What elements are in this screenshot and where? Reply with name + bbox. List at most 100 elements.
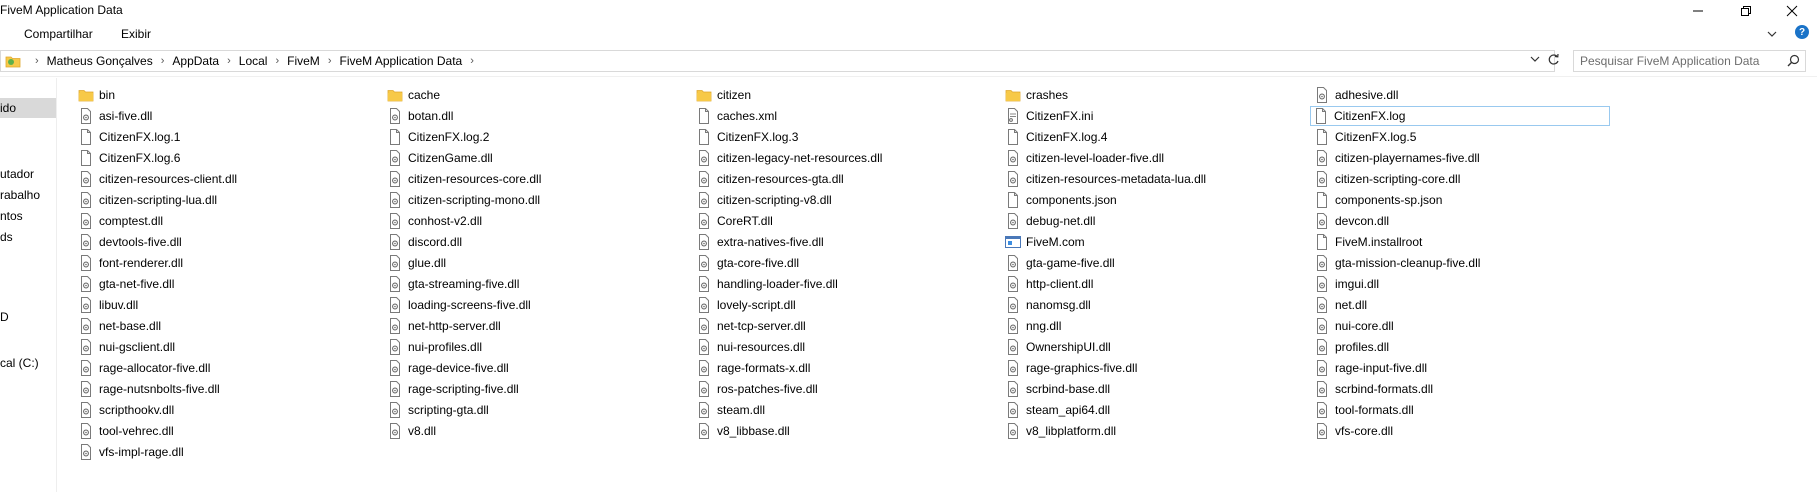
- file-item[interactable]: gta-streaming-five.dll: [385, 274, 519, 294]
- file-item[interactable]: gta-core-five.dll: [694, 253, 799, 273]
- file-item[interactable]: rage-formats-x.dll: [694, 358, 810, 378]
- file-item[interactable]: CitizenFX.log: [1310, 106, 1610, 126]
- file-item[interactable]: citizen-resources-gta.dll: [694, 169, 844, 189]
- file-item[interactable]: gta-mission-cleanup-five.dll: [1312, 253, 1480, 273]
- file-item[interactable]: scrbind-base.dll: [1003, 379, 1110, 399]
- file-item[interactable]: net-tcp-server.dll: [694, 316, 806, 336]
- file-item[interactable]: nng.dll: [1003, 316, 1061, 336]
- search-icon[interactable]: [1787, 54, 1800, 70]
- file-item[interactable]: nui-profiles.dll: [385, 337, 482, 357]
- file-item[interactable]: FiveM.com: [1003, 232, 1085, 252]
- folder-item[interactable]: cache: [385, 85, 440, 105]
- nav-item[interactable]: ntos: [0, 206, 56, 226]
- file-item[interactable]: nui-resources.dll: [694, 337, 805, 357]
- folder-item[interactable]: crashes: [1003, 85, 1068, 105]
- file-item[interactable]: rage-nutsnbolts-five.dll: [76, 379, 220, 399]
- address-bar[interactable]: › Matheus Gonçalves › AppData › Local › …: [0, 50, 1555, 72]
- file-item[interactable]: net-http-server.dll: [385, 316, 501, 336]
- file-item[interactable]: nui-gsclient.dll: [76, 337, 175, 357]
- file-item[interactable]: CitizenFX.log.1: [76, 127, 180, 147]
- file-item[interactable]: vfs-impl-rage.dll: [76, 442, 184, 462]
- file-item[interactable]: devcon.dll: [1312, 211, 1389, 231]
- file-item[interactable]: comptest.dll: [76, 211, 163, 231]
- file-item[interactable]: citizen-scripting-mono.dll: [385, 190, 540, 210]
- file-item[interactable]: scripting-gta.dll: [385, 400, 489, 420]
- file-item[interactable]: rage-input-five.dll: [1312, 358, 1427, 378]
- file-item[interactable]: CitizenFX.log.5: [1312, 127, 1416, 147]
- nav-item[interactable]: ds: [0, 227, 56, 247]
- file-item[interactable]: OwnershipUI.dll: [1003, 337, 1111, 357]
- file-item[interactable]: http-client.dll: [1003, 274, 1093, 294]
- file-item[interactable]: lovely-script.dll: [694, 295, 796, 315]
- file-item[interactable]: CoreRT.dll: [694, 211, 773, 231]
- folder-item[interactable]: bin: [76, 85, 115, 105]
- file-item[interactable]: font-renderer.dll: [76, 253, 183, 273]
- file-item[interactable]: tool-vehrec.dll: [76, 421, 174, 441]
- file-item[interactable]: citizen-resources-metadata-lua.dll: [1003, 169, 1206, 189]
- refresh-button[interactable]: [1544, 50, 1562, 68]
- file-item[interactable]: imgui.dll: [1312, 274, 1379, 294]
- file-item[interactable]: citizen-legacy-net-resources.dll: [694, 148, 882, 168]
- file-item[interactable]: tool-formats.dll: [1312, 400, 1414, 420]
- file-item[interactable]: scripthookv.dll: [76, 400, 174, 420]
- file-item[interactable]: citizen-scripting-core.dll: [1312, 169, 1460, 189]
- breadcrumb-item[interactable]: Local: [239, 54, 268, 68]
- file-item[interactable]: botan.dll: [385, 106, 453, 126]
- file-item[interactable]: gta-net-five.dll: [76, 274, 174, 294]
- file-item[interactable]: FiveM.installroot: [1312, 232, 1422, 252]
- nav-item[interactable]: utador: [0, 164, 56, 184]
- file-item[interactable]: rage-device-five.dll: [385, 358, 509, 378]
- file-item[interactable]: rage-graphics-five.dll: [1003, 358, 1137, 378]
- file-item[interactable]: vfs-core.dll: [1312, 421, 1393, 441]
- nav-item[interactable]: ido: [0, 98, 56, 118]
- folder-item[interactable]: citizen: [694, 85, 751, 105]
- file-item[interactable]: glue.dll: [385, 253, 446, 273]
- file-item[interactable]: caches.xml: [694, 106, 777, 126]
- nav-item[interactable]: rabalho: [0, 185, 56, 205]
- file-item[interactable]: v8.dll: [385, 421, 436, 441]
- breadcrumb-item[interactable]: FiveM: [287, 54, 320, 68]
- file-item[interactable]: v8_libplatform.dll: [1003, 421, 1116, 441]
- file-item[interactable]: gta-game-five.dll: [1003, 253, 1115, 273]
- file-item[interactable]: citizen-level-loader-five.dll: [1003, 148, 1164, 168]
- file-item[interactable]: devtools-five.dll: [76, 232, 182, 252]
- breadcrumb-item[interactable]: AppData: [172, 54, 219, 68]
- file-item[interactable]: CitizenFX.log.4: [1003, 127, 1107, 147]
- file-item[interactable]: citizen-playernames-five.dll: [1312, 148, 1480, 168]
- file-item[interactable]: nanomsg.dll: [1003, 295, 1091, 315]
- search-input[interactable]: [1580, 53, 1780, 69]
- minimize-button[interactable]: [1681, 0, 1715, 22]
- file-item[interactable]: steam_api64.dll: [1003, 400, 1110, 420]
- breadcrumb-item[interactable]: FiveM Application Data: [339, 54, 462, 68]
- help-icon[interactable]: ?: [1795, 25, 1809, 39]
- file-item[interactable]: adhesive.dll: [1312, 85, 1398, 105]
- file-item[interactable]: rage-allocator-five.dll: [76, 358, 210, 378]
- file-item[interactable]: steam.dll: [694, 400, 765, 420]
- restore-button[interactable]: [1729, 0, 1763, 22]
- file-item[interactable]: citizen-resources-client.dll: [76, 169, 237, 189]
- file-item[interactable]: extra-natives-five.dll: [694, 232, 824, 252]
- file-item[interactable]: components-sp.json: [1312, 190, 1442, 210]
- file-item[interactable]: net-base.dll: [76, 316, 161, 336]
- file-item[interactable]: components.json: [1003, 190, 1117, 210]
- file-item[interactable]: discord.dll: [385, 232, 462, 252]
- file-item[interactable]: CitizenFX.ini: [1003, 106, 1093, 126]
- file-item[interactable]: scrbind-formats.dll: [1312, 379, 1433, 399]
- file-item[interactable]: CitizenFX.log.3: [694, 127, 798, 147]
- file-item[interactable]: citizen-scripting-v8.dll: [694, 190, 832, 210]
- file-item[interactable]: CitizenGame.dll: [385, 148, 493, 168]
- file-item[interactable]: CitizenFX.log.6: [76, 148, 180, 168]
- file-item[interactable]: net.dll: [1312, 295, 1367, 315]
- tab-exibir[interactable]: Exibir: [121, 27, 151, 41]
- nav-item[interactable]: cal (C:): [0, 353, 56, 373]
- file-item[interactable]: citizen-resources-core.dll: [385, 169, 541, 189]
- file-item[interactable]: conhost-v2.dll: [385, 211, 482, 231]
- file-item[interactable]: citizen-scripting-lua.dll: [76, 190, 217, 210]
- tab-compartilhar[interactable]: Compartilhar: [24, 27, 93, 41]
- breadcrumb-item[interactable]: Matheus Gonçalves: [47, 54, 153, 68]
- file-item[interactable]: asi-five.dll: [76, 106, 152, 126]
- file-item[interactable]: CitizenFX.log.2: [385, 127, 489, 147]
- file-item[interactable]: rage-scripting-five.dll: [385, 379, 519, 399]
- file-item[interactable]: loading-screens-five.dll: [385, 295, 531, 315]
- file-item[interactable]: ros-patches-five.dll: [694, 379, 818, 399]
